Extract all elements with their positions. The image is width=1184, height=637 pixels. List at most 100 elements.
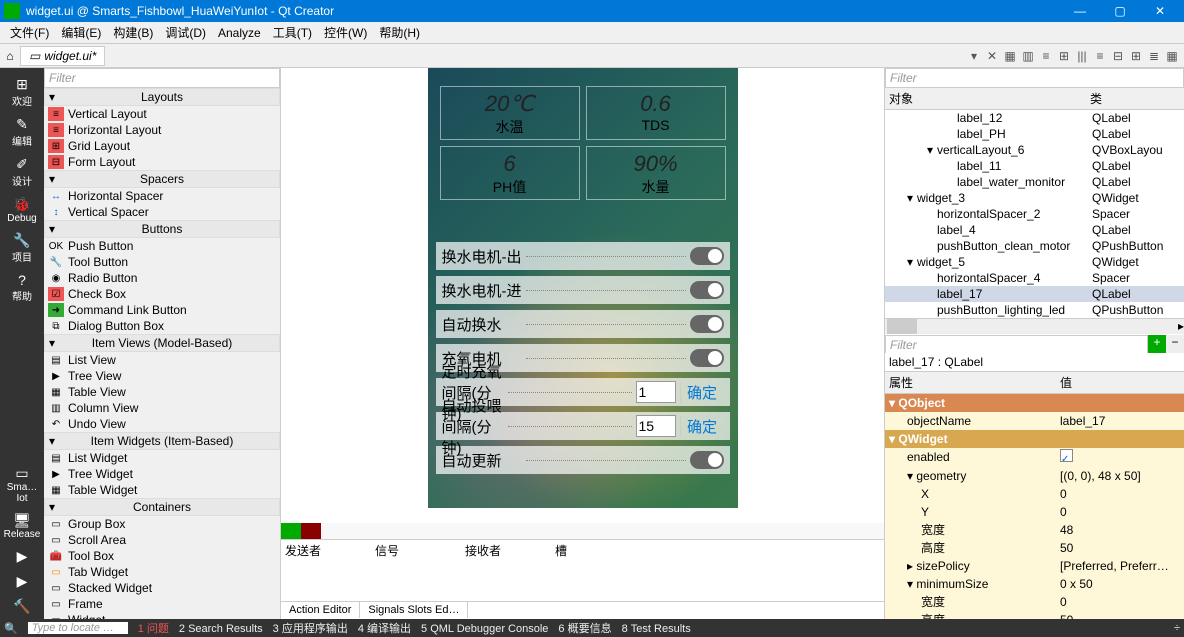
menu-item[interactable]: 工具(T) <box>267 22 318 43</box>
tab-widget-ui[interactable]: ▭ widget.ui* <box>20 46 105 66</box>
tool-icon[interactable]: ⊞ <box>1056 48 1072 64</box>
kit-button[interactable]: 🔨 <box>2 594 42 619</box>
widget-item[interactable]: ↔Horizontal Spacer <box>44 188 280 204</box>
tool-icon[interactable]: ▾ <box>966 48 982 64</box>
property-editor[interactable]: 属性值 ▾ QObject objectNamelabel_17▾ QWidge… <box>885 372 1184 619</box>
prop-row[interactable]: X0 <box>885 485 1184 503</box>
prop-category[interactable]: ▾ QWidget <box>885 430 1184 448</box>
widget-item[interactable]: ▤List Widget <box>44 450 280 466</box>
mode-button[interactable]: ✎编辑 <box>2 112 42 152</box>
kit-button[interactable]: ▶ <box>2 544 42 569</box>
widget-item[interactable]: ▤List View <box>44 352 280 368</box>
menu-item[interactable]: 编辑(E) <box>55 22 107 43</box>
widget-item[interactable]: ☑Check Box <box>44 286 280 302</box>
widget-item[interactable]: ▥Column View <box>44 400 280 416</box>
category-header[interactable]: ▾Buttons <box>44 220 280 238</box>
kit-button[interactable]: ▭Sma…Iot <box>2 461 42 508</box>
menu-item[interactable]: 文件(F) <box>4 22 55 43</box>
status-item[interactable]: 2 Search Results <box>179 623 263 635</box>
widget-item[interactable]: ▶Tree View <box>44 368 280 384</box>
mode-button[interactable]: ?帮助 <box>2 268 42 307</box>
prop-row[interactable]: ▸ sizePolicy[Preferred, Preferr… <box>885 557 1184 575</box>
prop-row[interactable]: 宽度48 <box>885 521 1184 539</box>
menu-item[interactable]: 调试(D) <box>159 22 212 43</box>
widget-item[interactable]: ▭Group Box <box>44 516 280 532</box>
toggle-switch[interactable] <box>690 349 724 367</box>
sig-tab[interactable]: Action Editor <box>281 602 360 618</box>
menu-item[interactable]: 控件(W) <box>318 22 373 43</box>
prop-row[interactable]: objectNamelabel_17 <box>885 412 1184 430</box>
category-header[interactable]: ▾Item Views (Model-Based) <box>44 334 280 352</box>
widget-item[interactable]: ⧉Dialog Button Box <box>44 318 280 334</box>
tree-row[interactable]: ▾widget_5QWidget <box>885 254 1184 270</box>
prop-row[interactable]: 宽度0 <box>885 593 1184 611</box>
object-inspector[interactable]: 对象类 label_12QLabellabel_PHQLabel▾vertica… <box>885 88 1184 335</box>
widget-item[interactable]: ▭Widget <box>44 612 280 619</box>
menu-item[interactable]: Analyze <box>212 24 267 42</box>
category-header[interactable]: ▾Spacers <box>44 170 280 188</box>
widget-item[interactable]: ▭Stacked Widget <box>44 580 280 596</box>
toggle-switch[interactable] <box>690 281 724 299</box>
widget-item[interactable]: OKPush Button <box>44 238 280 254</box>
widget-item[interactable]: ▦Table Widget <box>44 482 280 498</box>
home-icon[interactable]: ⌂ <box>0 49 20 63</box>
confirm-button[interactable]: 确定 <box>680 382 724 403</box>
widgetbox-filter[interactable]: Filter <box>44 68 280 88</box>
widget-item[interactable]: ≡Vertical Layout <box>44 106 280 122</box>
object-filter[interactable]: Filter <box>885 68 1184 88</box>
tool-icon[interactable]: ≣ <box>1146 48 1162 64</box>
status-item[interactable]: 5 QML Debugger Console <box>421 623 548 635</box>
tree-row[interactable]: label_11QLabel <box>885 158 1184 174</box>
menu-item[interactable]: 构建(B) <box>107 22 159 43</box>
toggle-switch[interactable] <box>690 247 724 265</box>
widget-item[interactable]: ▭Scroll Area <box>44 532 280 548</box>
widget-item[interactable]: 🧰Tool Box <box>44 548 280 564</box>
widget-item[interactable]: ▶Tree Widget <box>44 466 280 482</box>
prop-row[interactable]: 高度50 <box>885 539 1184 557</box>
prop-row[interactable]: Y0 <box>885 503 1184 521</box>
kit-button[interactable]: 🖥Release <box>2 508 42 544</box>
category-header[interactable]: ▾Containers <box>44 498 280 516</box>
prop-filter[interactable]: Filter <box>885 335 1148 355</box>
tool-icon[interactable]: ✕ <box>984 48 1000 64</box>
tree-row[interactable]: pushButton_clean_motorQPushButton <box>885 238 1184 254</box>
tool-icon[interactable]: ≡ <box>1092 48 1108 64</box>
status-item[interactable]: 3 应用程序输出 <box>273 623 348 635</box>
tool-icon[interactable]: ▦ <box>1002 48 1018 64</box>
add-prop-button[interactable]: + <box>1148 335 1166 353</box>
tool-icon[interactable]: ⊞ <box>1128 48 1144 64</box>
widget-item[interactable]: ⊟Form Layout <box>44 154 280 170</box>
widget-item[interactable]: ▭Frame <box>44 596 280 612</box>
tree-row[interactable]: label_12QLabel <box>885 110 1184 126</box>
widget-item[interactable]: ↕Vertical Spacer <box>44 204 280 220</box>
prop-category[interactable]: ▾ QObject <box>885 394 1184 412</box>
status-item[interactable]: 6 概要信息 <box>558 623 611 635</box>
remove-prop-button[interactable]: − <box>1166 335 1184 353</box>
mode-button[interactable]: ⊞欢迎 <box>2 72 42 112</box>
mode-button[interactable]: 🐞Debug <box>2 192 42 228</box>
minimize-button[interactable]: — <box>1060 0 1100 22</box>
tree-row[interactable]: ▾widget_3QWidget <box>885 190 1184 206</box>
widget-item[interactable]: ▦Table View <box>44 384 280 400</box>
confirm-button[interactable]: 确定 <box>680 416 724 437</box>
tree-row[interactable]: horizontalSpacer_4Spacer <box>885 270 1184 286</box>
maximize-button[interactable]: ▢ <box>1100 0 1140 22</box>
tool-icon[interactable]: ≡ <box>1038 48 1054 64</box>
close-button[interactable]: ✕ <box>1140 0 1180 22</box>
number-input[interactable] <box>636 415 676 437</box>
close-icon[interactable]: ÷ <box>1174 622 1180 634</box>
add-remove-strip[interactable] <box>281 523 884 539</box>
tree-row[interactable]: pushButton_lighting_ledQPushButton <box>885 302 1184 318</box>
widget-item[interactable]: ≡Horizontal Layout <box>44 122 280 138</box>
menu-item[interactable]: 帮助(H) <box>373 22 426 43</box>
tree-row[interactable]: label_PHQLabel <box>885 126 1184 142</box>
widget-item[interactable]: ⊞Grid Layout <box>44 138 280 154</box>
sig-tab[interactable]: Signals Slots Ed… <box>360 602 468 618</box>
checkbox-icon[interactable] <box>1060 449 1073 462</box>
tool-icon[interactable]: ⊟ <box>1110 48 1126 64</box>
prop-row[interactable]: enabled <box>885 448 1184 467</box>
number-input[interactable] <box>636 381 676 403</box>
widget-item[interactable]: ➜Command Link Button <box>44 302 280 318</box>
kit-button[interactable]: ▶ <box>2 569 42 594</box>
toggle-switch[interactable] <box>690 315 724 333</box>
